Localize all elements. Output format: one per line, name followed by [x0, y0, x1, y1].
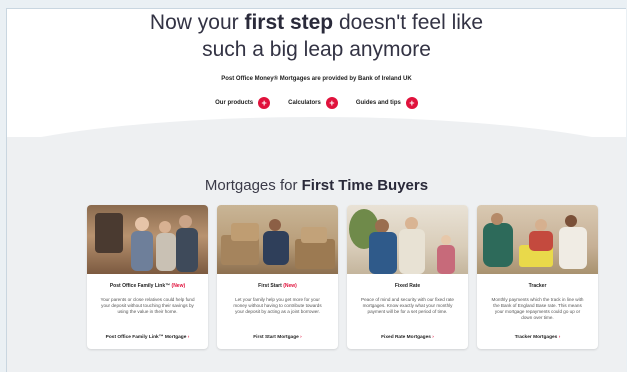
card-title-text: First Start: [258, 283, 282, 289]
card-title-text: Post Office Family Link™: [109, 283, 171, 289]
hero-title-line2: such a big leap anymore: [202, 38, 431, 61]
hero-title: Now your first step doesn't feel like su…: [7, 9, 626, 63]
card-first-start[interactable]: First Start (New) Let your family help y…: [217, 205, 338, 349]
chevron-right-icon: ›: [187, 335, 190, 340]
card-title: Tracker: [477, 283, 598, 289]
card-description: Peace of mind and security with our fixe…: [361, 297, 454, 314]
new-tag: (New): [283, 283, 297, 289]
hero-title-part2: doesn't feel like: [333, 11, 484, 34]
card-fixed-rate[interactable]: Fixed Rate Peace of mind and security wi…: [347, 205, 468, 349]
link-label: Calculators: [288, 100, 321, 106]
card-link-label: Post Office Family Link™ Mortgage: [105, 335, 187, 340]
card-title: Fixed Rate: [347, 283, 468, 289]
chevron-right-icon: ›: [432, 335, 434, 340]
plus-icon[interactable]: +: [325, 97, 338, 109]
card-family-link[interactable]: Post Office Family Link™ (New) Your pare…: [87, 205, 208, 349]
tracker-photo: [477, 205, 598, 274]
chevron-right-icon: ›: [558, 335, 561, 340]
card-link[interactable]: Post Office Family Link™ Mortgage ›: [87, 335, 208, 340]
card-description: Monthly payments which the track in line…: [491, 297, 584, 320]
link-label: Guides and tips: [355, 100, 401, 106]
card-link-label: First Start Mortgage: [253, 335, 299, 340]
card-link-label: Tracker Mortgages: [514, 335, 558, 340]
page-frame: Now your first step doesn't feel like su…: [6, 8, 626, 372]
card-description: Your parents or close relatives could he…: [100, 297, 195, 314]
hero-subtitle: Post Office Money® Mortgages are provide…: [221, 76, 412, 82]
card-description: Let your family help you get more for yo…: [233, 297, 322, 314]
section-curve: [7, 117, 626, 177]
link-guides-and-tips[interactable]: Guides and tips +: [356, 97, 418, 109]
card-title-text: Tracker: [528, 283, 547, 289]
card-tracker[interactable]: Tracker Monthly payments which the track…: [477, 205, 598, 349]
card-link[interactable]: First Start Mortgage ›: [217, 335, 338, 340]
hero-title-part1: Now your: [149, 11, 245, 34]
card-link[interactable]: Fixed Rate Mortgages ›: [347, 335, 468, 340]
link-our-products[interactable]: Our products +: [215, 97, 271, 109]
section-title-part1: Mortgages for: [204, 177, 302, 194]
first-start-photo: [217, 205, 338, 274]
card-title: First Start (New): [217, 283, 338, 289]
link-label: Our products: [215, 100, 254, 106]
hero-title-line1: Now your first step doesn't feel like: [7, 9, 626, 36]
card-title: Post Office Family Link™ (New): [87, 283, 208, 289]
family-link-photo: [87, 205, 208, 274]
new-tag: (New): [171, 283, 186, 289]
card-link[interactable]: Tracker Mortgages ›: [477, 335, 598, 340]
card-title-text: Fixed Rate: [394, 283, 421, 289]
hero-title-bold: first step: [244, 11, 334, 34]
fixed-rate-photo: [347, 205, 468, 274]
section-title: Mortgages for First Time Buyers: [7, 177, 626, 194]
quick-links: Our products + Calculators + Guides and …: [7, 97, 626, 109]
section-title-bold: First Time Buyers: [301, 177, 429, 194]
product-cards: Post Office Family Link™ (New) Your pare…: [87, 205, 598, 349]
first-time-buyers-section: Mortgages for First Time Buyers Post Off…: [7, 117, 626, 372]
link-calculators[interactable]: Calculators +: [288, 97, 338, 109]
plus-icon[interactable]: +: [258, 97, 271, 109]
chevron-right-icon: ›: [300, 335, 302, 340]
card-link-label: Fixed Rate Mortgages: [381, 335, 431, 340]
plus-icon[interactable]: +: [405, 97, 418, 109]
